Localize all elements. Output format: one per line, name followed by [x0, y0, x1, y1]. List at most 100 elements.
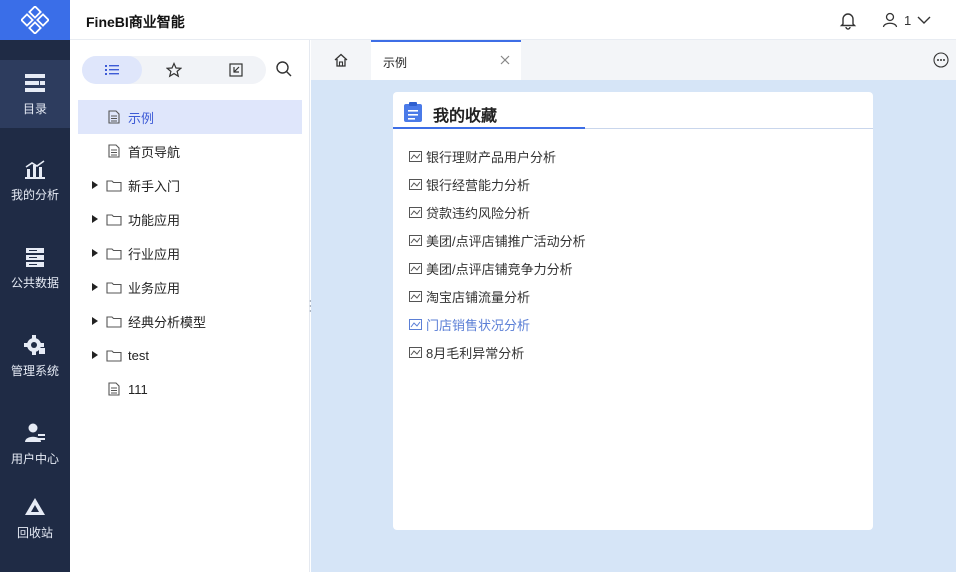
- main-area: 示例 我的收藏 银行理财产品用户分析 银行经营能力分析 贷款违约风险分析 美团/…: [311, 40, 956, 572]
- tree-item-getting-started[interactable]: 新手入门: [78, 168, 302, 202]
- tree-item-label: 功能应用: [128, 212, 181, 228]
- folder-icon: [106, 313, 122, 329]
- tab-example[interactable]: 示例: [371, 40, 521, 80]
- list-icon: [105, 65, 119, 75]
- tab-favorites[interactable]: [144, 56, 204, 84]
- favorite-item-label: 贷款违约风险分析: [426, 205, 531, 221]
- favorites-list: 银行理财产品用户分析 银行经营能力分析 贷款违约风险分析 美团/点评店铺推广活动…: [409, 142, 586, 366]
- nav-label-recycle-bin: 回收站: [16, 525, 53, 540]
- tree-item-classic-models[interactable]: 经典分析模型: [78, 304, 302, 338]
- favorite-item[interactable]: 淘宝店铺流量分析: [409, 282, 586, 310]
- app-title: FineBI商业智能: [86, 14, 185, 30]
- tree-item-features[interactable]: 功能应用: [78, 202, 302, 236]
- favorites-card: 我的收藏 银行理财产品用户分析 银行经营能力分析 贷款违约风险分析 美团/点评店…: [393, 92, 873, 530]
- dashboard-icon: [409, 150, 422, 162]
- logo-icon: [21, 6, 49, 34]
- tab-bar: 示例: [311, 40, 956, 80]
- tree-item-label: 首页导航: [128, 144, 181, 160]
- folder-icon: [106, 347, 122, 363]
- favorite-item[interactable]: 银行理财产品用户分析: [409, 142, 586, 170]
- user-icon: [882, 12, 898, 28]
- tree-item-label: test: [128, 347, 149, 363]
- favorite-item[interactable]: 8月毛利异常分析: [409, 338, 586, 366]
- favorite-item[interactable]: 门店销售状况分析: [409, 310, 586, 338]
- tree-item-test[interactable]: test: [78, 338, 302, 372]
- file-icon: [106, 143, 122, 159]
- nav-item-my-analysis[interactable]: 我的分析: [0, 146, 70, 214]
- tree-item-111[interactable]: 111: [78, 372, 302, 406]
- close-icon[interactable]: [499, 54, 511, 66]
- dashboard-icon: [409, 178, 422, 190]
- folder-icon: [106, 245, 122, 261]
- tree-item-label: 111: [128, 381, 148, 397]
- left-nav: 目录 我的分析 公共数据 管理系统 用户中心 回收站: [0, 0, 70, 572]
- favorite-item[interactable]: 银行经营能力分析: [409, 170, 586, 198]
- dashboard-icon: [409, 318, 422, 330]
- star-icon: [166, 62, 182, 78]
- export-icon: [229, 63, 243, 77]
- tab-home[interactable]: [311, 40, 371, 80]
- caret-right-icon[interactable]: [88, 304, 102, 338]
- caret-right-icon[interactable]: [88, 202, 102, 236]
- nav-item-public-data[interactable]: 公共数据: [0, 234, 70, 302]
- tree-item-home-nav[interactable]: 首页导航: [78, 134, 302, 168]
- tree-item-label: 经典分析模型: [128, 314, 207, 330]
- favorite-item[interactable]: 美团/点评店铺竞争力分析: [409, 254, 586, 282]
- user-menu[interactable]: 1: [882, 10, 931, 30]
- folder-icon: [106, 279, 122, 295]
- nav-item-recycle-bin[interactable]: 回收站: [0, 484, 70, 552]
- user-name: 1: [904, 12, 912, 28]
- dashboard-icon: [409, 346, 422, 358]
- search-icon[interactable]: [275, 60, 295, 80]
- directory-tree: 示例 首页导航 新手入门 功能应用 行业应用 业务应用 经典分析模型 test …: [78, 100, 302, 406]
- tab-label: 示例: [383, 56, 408, 70]
- favorite-item-label: 银行经营能力分析: [426, 177, 531, 193]
- tree-item-business[interactable]: 业务应用: [78, 270, 302, 304]
- tree-item-industry[interactable]: 行业应用: [78, 236, 302, 270]
- tree-item-label: 新手入门: [128, 178, 181, 194]
- card-title: 我的收藏: [433, 108, 498, 125]
- favorite-item-label: 8月毛利异常分析: [426, 345, 525, 361]
- analysis-icon: [24, 158, 46, 180]
- nav-label-public-data: 公共数据: [10, 275, 59, 290]
- card-title-underline: [393, 127, 585, 129]
- catalog-icon: [24, 72, 46, 94]
- more-options-icon[interactable]: [933, 52, 949, 68]
- nav-label-admin: 管理系统: [10, 363, 59, 378]
- favorite-item-label: 门店销售状况分析: [426, 317, 531, 333]
- caret-right-icon[interactable]: [88, 270, 102, 304]
- caret-right-icon[interactable]: [88, 236, 102, 270]
- dashboard-icon: [409, 262, 422, 274]
- favorite-item-label: 美团/点评店铺竞争力分析: [426, 261, 573, 277]
- user-center-icon: [24, 422, 46, 444]
- nav-label-user-center: 用户中心: [10, 451, 59, 466]
- nav-label-catalog: 目录: [22, 101, 47, 116]
- nav-item-user-center[interactable]: 用户中心: [0, 410, 70, 478]
- nav-label-my-analysis: 我的分析: [10, 187, 59, 202]
- card-header: 我的收藏: [393, 92, 873, 129]
- bell-icon[interactable]: [838, 10, 858, 30]
- home-icon: [334, 53, 348, 67]
- tab-catalog-list[interactable]: [82, 56, 142, 84]
- caret-right-icon[interactable]: [88, 338, 102, 372]
- database-icon: [24, 246, 46, 268]
- nav-item-admin[interactable]: 管理系统: [0, 322, 70, 390]
- favorite-item[interactable]: 贷款违约风险分析: [409, 198, 586, 226]
- tab-export[interactable]: [206, 56, 266, 84]
- file-icon: [106, 109, 122, 125]
- clipboard-icon: [403, 101, 423, 123]
- tree-item-label: 示例: [128, 110, 155, 126]
- nav-item-catalog[interactable]: 目录: [0, 60, 70, 128]
- directory-tabs: [82, 56, 266, 84]
- folder-icon: [106, 177, 122, 193]
- app-logo[interactable]: [0, 0, 70, 40]
- dashboard-icon: [409, 290, 422, 302]
- tree-item-label: 行业应用: [128, 246, 181, 262]
- top-header: FineBI商业智能 1: [70, 0, 956, 40]
- favorite-item-label: 美团/点评店铺推广活动分析: [426, 233, 586, 249]
- recycle-icon: [24, 496, 46, 518]
- tree-item-example[interactable]: 示例: [78, 100, 302, 134]
- favorite-item[interactable]: 美团/点评店铺推广活动分析: [409, 226, 586, 254]
- caret-right-icon[interactable]: [88, 168, 102, 202]
- gear-icon: [24, 334, 46, 356]
